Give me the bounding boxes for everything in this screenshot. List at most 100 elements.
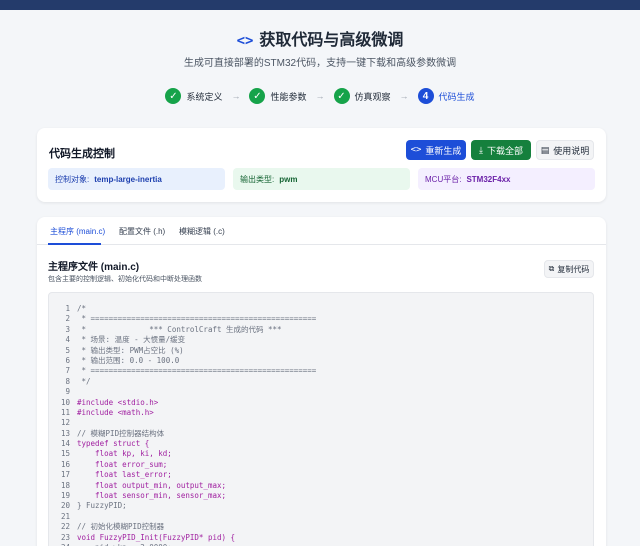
target-pill: 控制对象: temp-large-inertia	[48, 168, 225, 190]
mcu-value: STM32F4xx	[466, 174, 511, 184]
line-number: 9	[65, 387, 70, 397]
step-label: 代码生成	[438, 91, 475, 102]
code-lines: 1/* 2 * =================================…	[49, 304, 593, 546]
line-text: */	[77, 376, 91, 386]
download-all-button[interactable]: ⤓ 下载全部	[471, 140, 531, 160]
code-line: 6 * 输出范围: 0.0 - 100.0	[49, 355, 593, 366]
output-pill: 输出类型: pwm	[233, 168, 410, 190]
copy-code-button[interactable]: ⧉ 复制代码	[544, 260, 594, 278]
line-number: 6	[65, 355, 70, 365]
code-card: 主程序 (main.c) 配置文件 (.h) 模糊逻辑 (.c) 主程序文件 (…	[37, 217, 606, 546]
tab-config[interactable]: 配置文件 (.h)	[119, 226, 165, 237]
help-button[interactable]: ▤ 使用说明	[536, 140, 594, 160]
control-card: 代码生成控制 <> 重新生成 ⤓ 下载全部 ▤ 使用说明 控制对象: temp-larg…	[37, 128, 606, 202]
code-block[interactable]: 1/* 2 * =================================…	[48, 292, 594, 546]
line-text: #include <stdio.h>	[77, 397, 159, 407]
line-number: 23	[60, 532, 70, 542]
line-text: * *** ControlCraft 生成的代码 ***	[77, 324, 282, 334]
line-number: 1	[65, 304, 70, 313]
code-line: 5 * 输出类型: PWM占空比 (%)	[49, 346, 593, 356]
line-text: #include <math.h>	[77, 407, 154, 417]
tab-fuzzy[interactable]: 模糊逻辑 (.c)	[179, 226, 225, 237]
check-icon: ✓	[249, 88, 266, 104]
arrow-right-icon: →	[399, 91, 409, 101]
line-text: float last_error;	[77, 470, 172, 480]
line-number: 8	[65, 376, 70, 386]
line-number: 21	[60, 511, 70, 521]
line-number: 20	[60, 501, 70, 511]
code-line: 16 float error_sum;	[49, 459, 593, 470]
control-title: 代码生成控制	[49, 148, 115, 160]
line-number: 3	[65, 324, 70, 334]
line-text: float sensor_min, sensor_max;	[77, 491, 227, 501]
code-line: 12	[49, 418, 593, 428]
line-text: float error_sum;	[77, 459, 168, 469]
file-title: 主程序文件 (main.c)	[48, 262, 140, 273]
line-number: 22	[60, 522, 70, 532]
code-line: 17 float last_error;	[49, 470, 593, 480]
code-line: 2 * ====================================…	[49, 314, 593, 324]
line-number: 13	[60, 428, 70, 438]
check-icon: ✓	[165, 88, 182, 104]
code-line: 7 * ====================================…	[49, 366, 593, 376]
line-text: * ======================================…	[77, 314, 317, 324]
download-label: 下载全部	[486, 145, 523, 156]
page-title: <> 获取代码与高级微调	[0, 26, 640, 50]
line-text: * ======================================…	[77, 366, 317, 376]
file-tabs: 主程序 (main.c) 配置文件 (.h) 模糊逻辑 (.c)	[37, 217, 606, 245]
code-icon: <>	[410, 145, 422, 155]
code-line: 11 #include <math.h>	[49, 407, 593, 418]
line-number: 17	[60, 470, 70, 480]
step-1[interactable]: ✓ 系统定义	[165, 88, 222, 104]
document-icon: ▤	[540, 144, 550, 155]
top-bar	[0, 0, 640, 10]
step-label: 仿真观察	[354, 91, 391, 102]
arrow-right-icon: →	[315, 91, 325, 101]
line-text: float output_min, output_max;	[77, 480, 227, 490]
code-line: 22 // 初始化模糊PID控制器	[49, 522, 593, 532]
file-description: 包含主要的控制逻辑、初始化代码和中断处理函数	[48, 276, 202, 283]
help-label: 使用说明	[553, 145, 590, 156]
code-line: 8 */	[49, 376, 593, 387]
stepper: ✓ 系统定义 → ✓ 性能参数 → ✓ 仿真观察 → 4 代码生成	[0, 88, 640, 104]
line-text: /*	[77, 304, 87, 313]
line-number: 16	[60, 459, 70, 469]
arrow-right-icon: →	[231, 91, 241, 101]
line-text: * 场景: 温度 - 大惯量/缓变	[77, 335, 186, 345]
step-number: 4	[417, 88, 434, 104]
regenerate-button[interactable]: <> 重新生成	[406, 140, 466, 160]
line-number: 4	[65, 335, 70, 345]
tab-main[interactable]: 主程序 (main.c)	[50, 226, 105, 237]
output-key: 输出类型:	[240, 174, 275, 184]
code-line: 4 * 场景: 温度 - 大惯量/缓变	[49, 335, 593, 345]
code-line: 9	[49, 387, 593, 397]
line-number: 14	[60, 439, 70, 449]
step-3[interactable]: ✓ 仿真观察	[333, 88, 391, 104]
line-text: float kp, ki, kd;	[77, 449, 172, 459]
line-number: 18	[60, 480, 70, 490]
line-text: void FuzzyPID_Init(FuzzyPID* pid) {	[77, 532, 236, 542]
step-4[interactable]: 4 代码生成	[417, 88, 475, 104]
page-subtitle: 生成可直接部署的STM32代码，支持一键下载和高级参数微调	[183, 58, 457, 69]
output-value: pwm	[279, 174, 298, 184]
page-title-text: 获取代码与高级微调	[259, 32, 404, 49]
target-value: temp-large-inertia	[94, 174, 162, 184]
code-line: 20 } FuzzyPID;	[49, 501, 593, 511]
line-number: 19	[60, 491, 70, 501]
code-line: 21	[49, 511, 593, 522]
line-text: } FuzzyPID;	[77, 501, 127, 511]
line-number: 12	[60, 418, 70, 428]
line-text: // 模糊PID控制器结构体	[77, 428, 165, 438]
step-label: 系统定义	[186, 91, 223, 102]
code-line: 23 void FuzzyPID_Init(FuzzyPID* pid) {	[49, 532, 593, 543]
step-2[interactable]: ✓ 性能参数	[249, 88, 307, 104]
code-line: 18 float output_min, output_max;	[49, 480, 593, 491]
code-line: 3 * *** ControlCraft 生成的代码 ***	[49, 324, 593, 335]
mcu-pill: MCU平台: STM32F4xx	[418, 168, 595, 190]
code-icon: <>	[236, 33, 254, 49]
line-number: 2	[65, 314, 70, 324]
mcu-key: MCU平台:	[425, 174, 462, 184]
target-key: 控制对象:	[55, 174, 90, 184]
copy-icon: ⧉	[548, 264, 555, 273]
code-line: 15 float kp, ki, kd;	[49, 449, 593, 459]
